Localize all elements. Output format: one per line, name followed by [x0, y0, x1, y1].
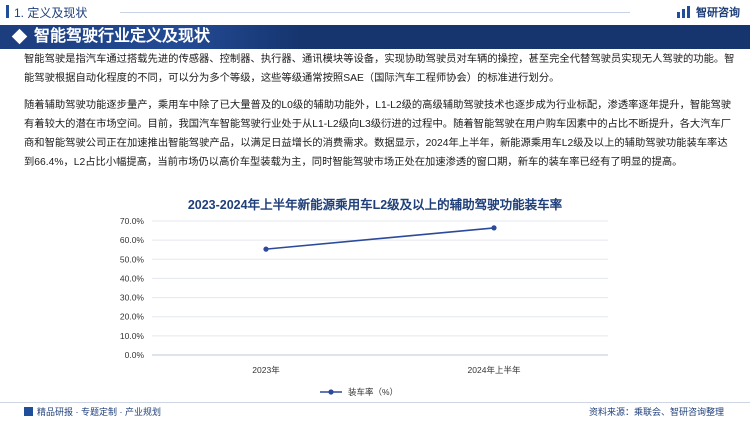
y-tick-label: 50.0% — [120, 254, 145, 264]
chart-grid — [152, 220, 608, 356]
brand-logo: 智研咨询 — [676, 3, 740, 21]
y-tick-label: 70.0% — [120, 216, 145, 226]
x-axis-ticks: 2023年 2024年上半年 — [252, 365, 521, 375]
section-marker — [6, 5, 9, 18]
brand-logo-icon — [677, 6, 690, 18]
y-tick-label: 10.0% — [120, 331, 145, 341]
x-tick-label: 2024年上半年 — [468, 365, 521, 375]
data-point — [263, 246, 269, 252]
top-bar: 1. 定义及现状 智研咨询 — [0, 0, 750, 24]
series-line — [265, 227, 495, 250]
legend-marker — [328, 389, 334, 395]
data-point — [491, 225, 497, 231]
line-chart: 0.0%10.0%20.0%30.0%40.0%50.0%60.0%70.0% … — [120, 216, 608, 397]
footer-source: 资料来源：乘联会、智研咨询整理 — [588, 407, 724, 417]
footer-left: 精品研报 · 专题定制 · 产业规划 — [24, 405, 161, 418]
x-tick-label: 2023年 — [252, 365, 280, 375]
chart-legend: 装车率（%） — [320, 387, 398, 397]
intro-paragraph: 智能驾驶是指汽车通过搭载先进的传感器、控制器、执行器、通讯模块等设备，实现协助驾… — [24, 54, 735, 84]
page-title: 智能驾驶行业定义及现状 — [34, 28, 211, 45]
footer-tagline: 精品研报 · 专题定制 · 产业规划 — [37, 407, 161, 417]
section-label: 1. 定义及现状 — [14, 6, 88, 20]
footer-divider — [0, 402, 750, 403]
brand-logo-text: 智研咨询 — [696, 7, 740, 19]
y-tick-label: 30.0% — [120, 293, 145, 303]
y-tick-label: 0.0% — [125, 350, 145, 360]
title-banner: 智能驾驶行业定义及现状 — [0, 25, 750, 49]
market-paragraph: 随着辅助驾驶功能逐步量产，乘用车中除了已大量普及的L0级的辅助功能外，L1-L2… — [24, 100, 732, 168]
header-divider — [120, 12, 630, 13]
y-tick-label: 60.0% — [120, 235, 145, 245]
y-tick-label: 40.0% — [120, 273, 145, 283]
y-tick-label: 20.0% — [120, 312, 145, 322]
y-axis-ticks: 0.0% 10.0% 20.0% 30.0% 40.0% 50.0% 60.0% 70.0% — [120, 216, 145, 360]
legend-label: 装车率（%） — [348, 387, 398, 397]
footer: 精品研报 · 专题定制 · 产业规划 资料来源：乘联会、智研咨询整理 — [0, 402, 750, 421]
chart-series — [263, 225, 497, 252]
square-icon — [24, 407, 33, 416]
